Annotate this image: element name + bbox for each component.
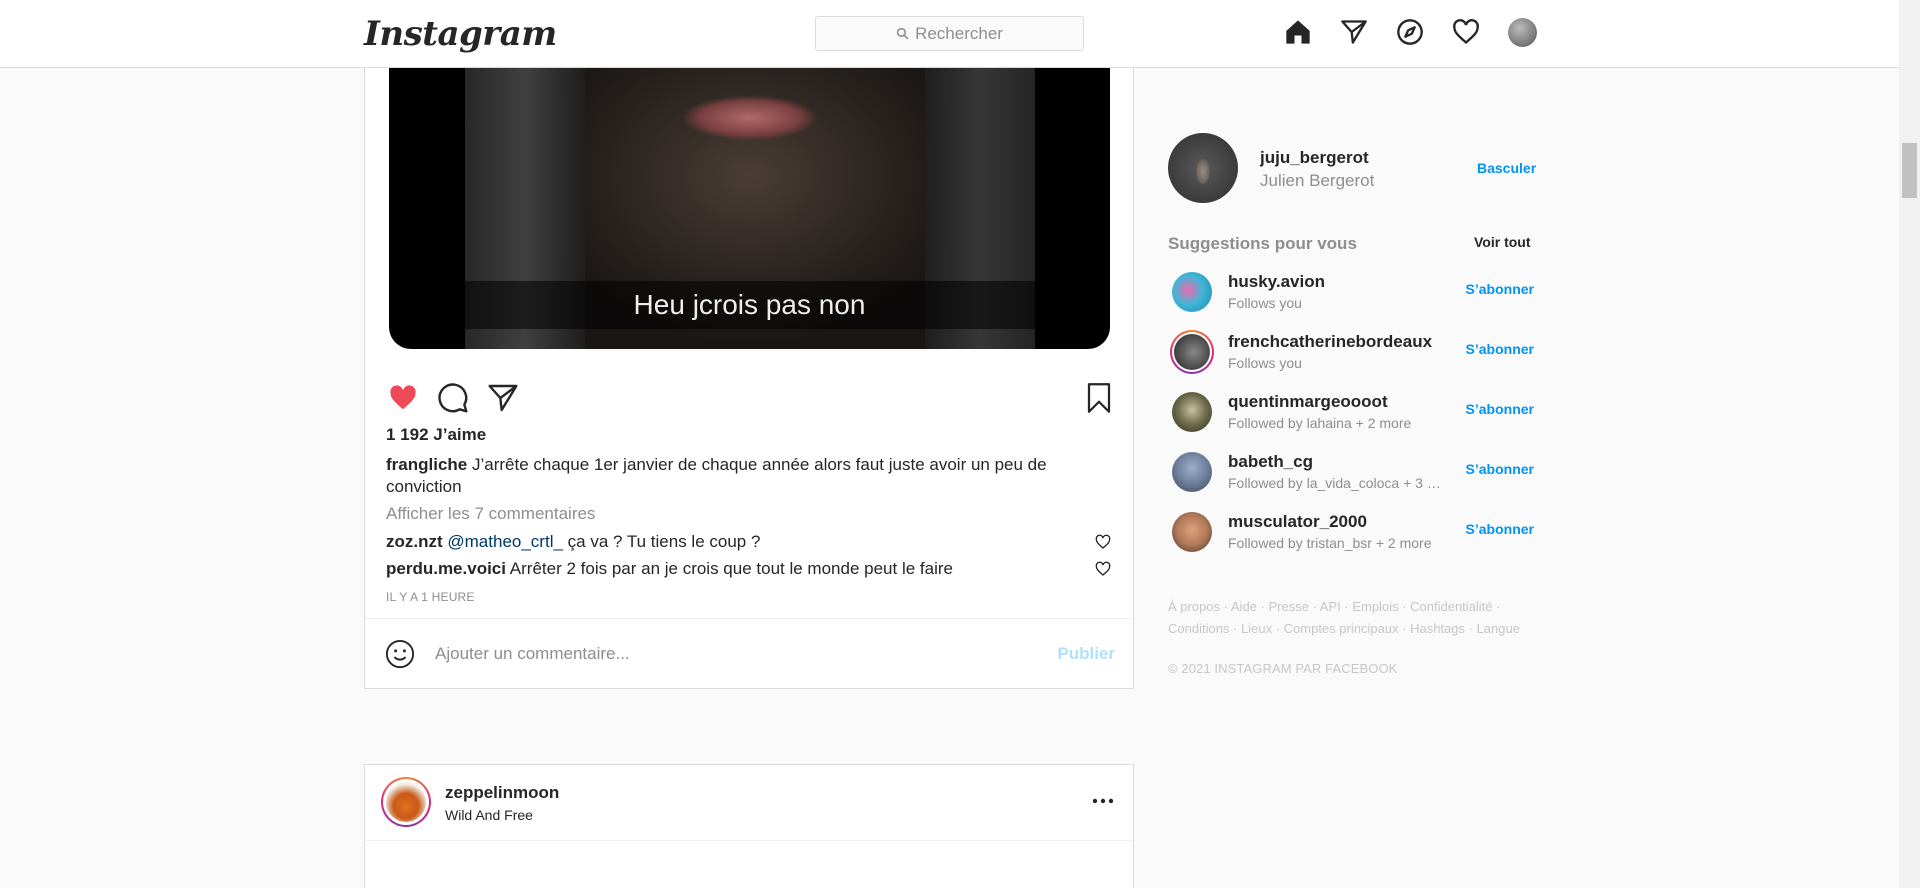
avatar[interactable] — [1172, 272, 1212, 312]
footer-link[interactable]: Emplois — [1352, 599, 1398, 614]
comment-like-heart-icon[interactable] — [1095, 561, 1111, 577]
comment-icon[interactable] — [435, 380, 471, 416]
see-all-button[interactable]: Voir tout — [1474, 234, 1531, 250]
instagram-logo[interactable]: Instagram — [364, 14, 557, 54]
video-subtitle: Heu jcrois pas non — [389, 281, 1110, 329]
post-header: zeppelinmoon Wild And Free — [365, 765, 1133, 841]
top-navbar: Instagram Rechercher — [0, 0, 1899, 68]
current-fullname: Julien Bergerot — [1260, 171, 1375, 190]
comment-text: ça va ? Tu tiens le coup ? — [562, 532, 761, 551]
scrollbar-thumb[interactable] — [1902, 143, 1917, 198]
comment-user[interactable]: perdu.me.voici — [386, 559, 506, 578]
suggestion-item: musculator_2000 Followed by tristan_bsr … — [1168, 506, 1534, 562]
comment-input[interactable] — [435, 639, 995, 669]
post-caption: frangliche J’arrête chaque 1er janvier d… — [386, 454, 1086, 498]
share-icon[interactable] — [485, 380, 521, 416]
switch-account-button[interactable]: Basculer — [1477, 160, 1536, 176]
more-options-icon[interactable] — [1091, 791, 1115, 811]
suggestion-item: quentinmargeoooot Followed by lahaina + … — [1168, 386, 1534, 442]
footer-link[interactable]: Presse — [1268, 599, 1308, 614]
comment-like-heart-icon[interactable] — [1095, 534, 1111, 550]
like-heart-icon[interactable] — [385, 380, 421, 416]
follow-button[interactable]: S’abonner — [1466, 461, 1534, 477]
suggestion-reason: Followed by la_vida_coloca + 3 more — [1228, 475, 1450, 491]
explore-icon[interactable] — [1395, 17, 1425, 47]
feed-post: Heu jcrois pas non 1 192 J’aime franglic… — [364, 60, 1135, 689]
suggestion-item: babeth_cg Followed by la_vida_coloca + 3… — [1168, 446, 1534, 502]
avatar[interactable] — [1172, 392, 1212, 432]
follow-button[interactable]: S’abonner — [1466, 341, 1534, 357]
avatar[interactable] — [1172, 452, 1212, 492]
avatar[interactable] — [1168, 133, 1238, 203]
comment-row: zoz.nzt @matheo_crtl_ ça va ? Tu tiens l… — [386, 532, 760, 552]
footer-link[interactable]: Langue — [1477, 621, 1520, 636]
comment-user[interactable]: zoz.nzt — [386, 532, 443, 551]
profile-avatar[interactable] — [1507, 17, 1537, 47]
footer-link[interactable]: Lieux — [1241, 621, 1272, 636]
avatar[interactable] — [1170, 330, 1214, 374]
footer-link[interactable]: Comptes principaux — [1284, 621, 1399, 636]
likes-count[interactable]: 1 192 J’aime — [386, 425, 486, 445]
search-placeholder: Rechercher — [915, 23, 1003, 43]
emoji-icon[interactable] — [385, 639, 415, 669]
search-icon — [896, 27, 909, 40]
caption-text: J’arrête chaque 1er janvier de chaque an… — [386, 455, 1047, 496]
feed-post: zeppelinmoon Wild And Free — [364, 764, 1134, 888]
suggestions-title: Suggestions pour vous — [1168, 234, 1357, 253]
footer-link[interactable]: Conditions — [1168, 621, 1229, 636]
follow-button[interactable]: S’abonner — [1466, 521, 1534, 537]
home-icon[interactable] — [1283, 17, 1313, 47]
comment-text: Arrêter 2 fois par an je crois que tout … — [509, 559, 953, 578]
comment-row: perdu.me.voici Arrêter 2 fois par an je … — [386, 559, 953, 579]
save-bookmark-icon[interactable] — [1081, 380, 1117, 416]
suggestion-reason: Followed by tristan_bsr + 2 more — [1228, 535, 1432, 551]
post-timestamp[interactable]: IL Y A 1 HEURE — [386, 590, 475, 604]
post-author[interactable]: zeppelinmoon — [445, 783, 559, 803]
suggestion-username[interactable]: husky.avion — [1228, 272, 1325, 292]
follow-button[interactable]: S’abonner — [1466, 281, 1534, 297]
search-input[interactable]: Rechercher — [815, 16, 1084, 51]
add-comment-bar: Publier — [365, 619, 1135, 689]
suggestion-username[interactable]: musculator_2000 — [1228, 512, 1367, 532]
suggestion-item: husky.avion Follows you S’abonner — [1168, 266, 1534, 322]
caption-author[interactable]: frangliche — [386, 455, 467, 474]
activity-heart-icon[interactable] — [1451, 17, 1481, 47]
footer-link[interactable]: API — [1320, 599, 1341, 614]
footer-link[interactable]: Confidentialité — [1410, 599, 1492, 614]
suggestion-reason: Follows you — [1228, 355, 1302, 371]
suggestion-item: frenchcatherinebordeaux Follows you S’ab… — [1168, 326, 1534, 382]
suggestion-reason: Follows you — [1228, 295, 1302, 311]
current-username[interactable]: juju_bergerot — [1260, 148, 1369, 168]
publish-button[interactable]: Publier — [1057, 644, 1115, 664]
story-ring-avatar[interactable] — [381, 777, 431, 827]
footer-link[interactable]: Aide — [1231, 599, 1257, 614]
post-location[interactable]: Wild And Free — [445, 807, 533, 823]
view-all-comments-link[interactable]: Afficher les 7 commentaires — [386, 504, 595, 524]
suggestion-username[interactable]: babeth_cg — [1228, 452, 1313, 472]
follow-button[interactable]: S’abonner — [1466, 401, 1534, 417]
suggestion-username[interactable]: quentinmargeoooot — [1228, 392, 1388, 412]
post-video[interactable]: Heu jcrois pas non — [389, 60, 1110, 349]
copyright: © 2021 INSTAGRAM PAR FACEBOOK — [1168, 661, 1398, 676]
comment-mention[interactable]: @matheo_crtl_ — [447, 532, 563, 551]
footer-link[interactable]: Hashtags — [1410, 621, 1465, 636]
direct-icon[interactable] — [1339, 17, 1369, 47]
suggestion-reason: Followed by lahaina + 2 more — [1228, 415, 1412, 431]
footer-links: À propos · Aide · Presse · API · Emplois… — [1168, 599, 1520, 636]
suggestion-username[interactable]: frenchcatherinebordeaux — [1228, 332, 1432, 352]
footer-link[interactable]: À propos — [1168, 599, 1220, 614]
post-actions — [385, 380, 1115, 416]
page-scrollbar[interactable] — [1899, 0, 1920, 888]
avatar[interactable] — [1172, 512, 1212, 552]
